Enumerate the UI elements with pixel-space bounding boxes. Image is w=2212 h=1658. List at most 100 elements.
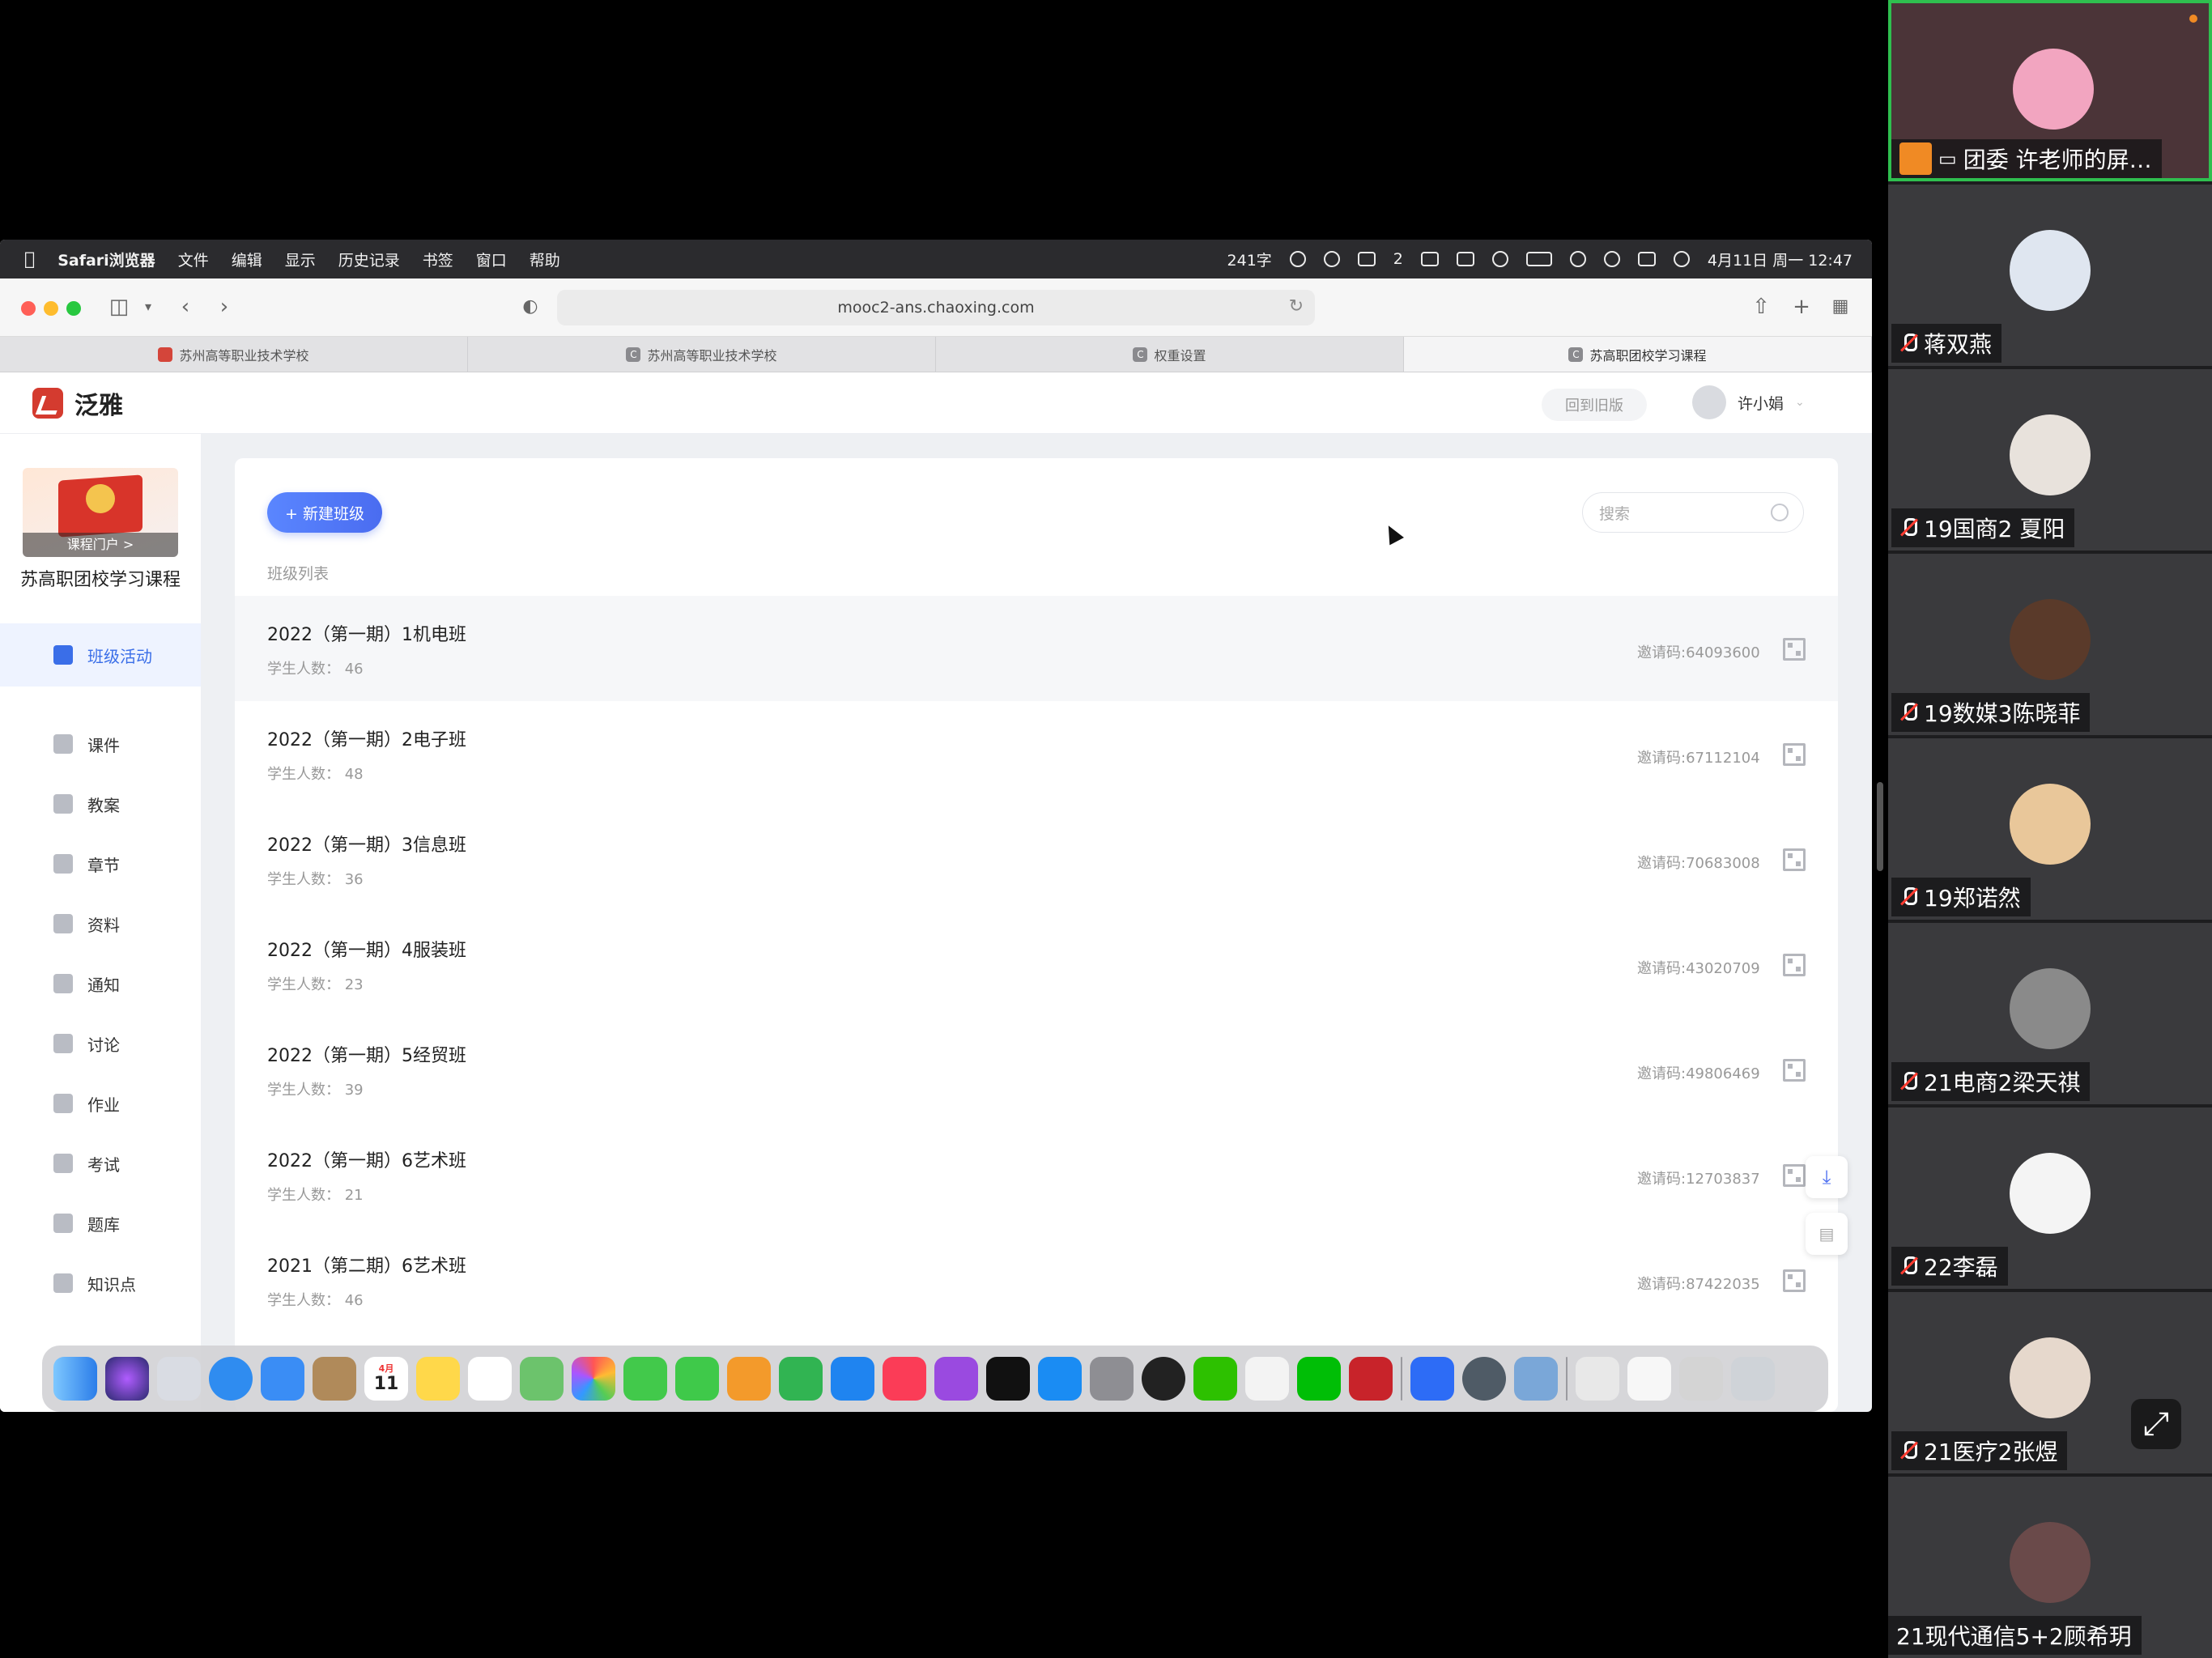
nav-lesson-plan[interactable]: 教案 <box>0 772 201 835</box>
nav-chapters[interactable]: 章节 <box>0 832 201 895</box>
podcasts-icon[interactable] <box>934 1357 978 1401</box>
meeting-status-icon[interactable] <box>1420 252 1439 266</box>
siri-menubar-icon[interactable] <box>1673 251 1690 267</box>
privacy-shield-icon[interactable]: ◐ <box>520 296 541 317</box>
trash-icon[interactable] <box>1731 1357 1775 1401</box>
wifi-icon[interactable] <box>1569 251 1586 267</box>
siri-icon[interactable] <box>105 1357 149 1401</box>
course-portal-link[interactable]: 课程门户 > <box>23 533 178 557</box>
nav-materials[interactable]: 资料 <box>0 892 201 955</box>
nav-question-bank[interactable]: 题库 <box>0 1192 201 1255</box>
nav-knowledge-points[interactable]: 知识点 <box>0 1252 201 1315</box>
address-bar[interactable]: mooc2-ans.chaoxing.com ↻ <box>557 290 1315 325</box>
new-class-button[interactable]: + 新建班级 <box>267 492 382 533</box>
search-input[interactable]: 搜索 <box>1582 492 1804 533</box>
participant-tile[interactable]: 21现代通信5+2顾希玥 <box>1888 1477 2212 1658</box>
folder-icon[interactable] <box>1576 1357 1619 1401</box>
chevron-down-icon[interactable]: ▾ <box>138 296 159 317</box>
notes-icon[interactable] <box>416 1357 460 1401</box>
reminders-icon[interactable] <box>468 1357 512 1401</box>
quicktime-icon[interactable] <box>1462 1357 1506 1401</box>
notification-count[interactable]: 2 <box>1393 250 1403 268</box>
qr-code-icon[interactable] <box>1783 638 1806 661</box>
nav-discussion[interactable]: 讨论 <box>0 1012 201 1075</box>
window-minimize-button[interactable] <box>44 301 58 316</box>
participant-tile[interactable]: 蒋双燕 <box>1888 185 2212 366</box>
fanya-logo[interactable]: 泛雅 <box>32 385 123 421</box>
sidebar-toggle-icon[interactable]: ◫ <box>108 296 130 317</box>
participant-tile[interactable]: 19郑诺然 <box>1888 738 2212 920</box>
share-icon[interactable]: ⇧ <box>1750 296 1772 317</box>
spotlight-search-icon[interactable] <box>1603 251 1620 267</box>
qr-code-icon[interactable] <box>1783 1059 1806 1082</box>
new-tab-icon[interactable]: + <box>1791 296 1812 317</box>
pages-icon[interactable] <box>727 1357 771 1401</box>
menu-app-name[interactable]: Safari浏览器 <box>57 249 155 270</box>
input-method-icon[interactable] <box>1357 252 1376 266</box>
class-row[interactable]: 2022（第一期）2电子班 学生人数： 48 邀请码:67112104 <box>235 701 1838 806</box>
qr-code-icon[interactable] <box>1783 1164 1806 1187</box>
launchpad-icon[interactable] <box>157 1357 201 1401</box>
menu-help[interactable]: 帮助 <box>530 249 560 270</box>
mail-icon[interactable] <box>261 1357 304 1401</box>
window-zoom-button[interactable] <box>66 301 81 316</box>
class-row[interactable]: 2022（第一期）5经贸班 学生人数： 39 邀请码:49806469 <box>235 1017 1838 1122</box>
expand-icon[interactable]: ⤢ <box>2131 1399 2181 1449</box>
nav-class-activity[interactable]: 班级活动 <box>0 623 201 687</box>
qr-code-icon[interactable] <box>1783 1269 1806 1292</box>
class-name[interactable]: 2022（第一期）5经贸班 <box>267 1041 466 1067</box>
emoji-icon[interactable] <box>1289 251 1306 267</box>
menu-history[interactable]: 历史记录 <box>338 249 400 270</box>
volume-icon[interactable] <box>1491 251 1508 267</box>
class-name[interactable]: 2022（第一期）4服装班 <box>267 936 466 962</box>
class-name[interactable]: 2022（第一期）2电子班 <box>267 725 466 751</box>
tab-overview-icon[interactable]: ▦ <box>1830 296 1851 317</box>
music-icon[interactable] <box>883 1357 926 1401</box>
calendar-icon[interactable]: 4月 11 <box>364 1357 408 1401</box>
qr-code-icon[interactable] <box>1783 848 1806 871</box>
class-name[interactable]: 2022（第一期）3信息班 <box>267 831 466 857</box>
nav-homework[interactable]: 作业 <box>0 1072 201 1135</box>
participant-tile[interactable]: 22李磊 <box>1888 1107 2212 1289</box>
qq-icon[interactable] <box>1142 1357 1185 1401</box>
menu-file[interactable]: 文件 <box>178 249 209 270</box>
class-name[interactable]: 2021（第二期）6艺术班 <box>267 1252 466 1278</box>
user-menu[interactable]: 许小娟 ⌄ <box>1692 385 1805 419</box>
tv-icon[interactable] <box>986 1357 1030 1401</box>
apple-icon[interactable]:  <box>24 249 35 270</box>
appstore-icon[interactable] <box>1038 1357 1082 1401</box>
class-name[interactable]: 2022（第一期）1机电班 <box>267 620 466 646</box>
search-icon[interactable] <box>1771 504 1789 521</box>
participant-tile[interactable]: 19国商2 夏阳 <box>1888 369 2212 551</box>
settings-icon[interactable] <box>1090 1357 1134 1401</box>
course-cover-image[interactable]: 课程门户 > <box>23 468 178 557</box>
class-row[interactable]: 2022（第一期）6艺术班 学生人数： 21 邀请码:12703837 <box>235 1122 1838 1227</box>
scrollbar[interactable] <box>1877 782 1883 871</box>
autocad-icon[interactable] <box>1349 1357 1393 1401</box>
class-row[interactable]: 2022（第一期）3信息班 学生人数： 36 邀请码:70683008 <box>235 806 1838 912</box>
s-app-icon[interactable] <box>1456 252 1474 266</box>
participant-tile[interactable]: 19数媒3陈晓菲 <box>1888 554 2212 735</box>
wechat-icon[interactable] <box>1193 1357 1237 1401</box>
tencent-meeting-icon[interactable] <box>1410 1357 1454 1401</box>
finder-icon[interactable] <box>53 1357 97 1401</box>
menu-window[interactable]: 窗口 <box>476 249 507 270</box>
class-row[interactable]: 2021（第二期）6艺术班 学生人数： 46 邀请码:87422035 <box>235 1227 1838 1333</box>
textedit-icon[interactable] <box>1245 1357 1289 1401</box>
qr-code-icon[interactable] <box>1783 743 1806 766</box>
qr-code-icon[interactable] <box>1783 954 1806 976</box>
participant-tile[interactable]: ▭ 团委 许老师的屏… <box>1888 0 2212 181</box>
safari-icon[interactable] <box>209 1357 253 1401</box>
preview-icon[interactable] <box>1514 1357 1558 1401</box>
download-icon[interactable]: ⤓ <box>1806 1156 1848 1198</box>
control-center-icon[interactable] <box>1637 252 1656 266</box>
contacts-icon[interactable] <box>313 1357 356 1401</box>
nav-notice[interactable]: 通知 <box>0 952 201 1015</box>
word-count-status[interactable]: 241字 <box>1227 249 1272 270</box>
feedback-icon[interactable]: ▤ <box>1806 1213 1848 1255</box>
reload-icon[interactable]: ↻ <box>1289 296 1304 317</box>
window-close-button[interactable] <box>21 301 36 316</box>
nav-courseware[interactable]: 课件 <box>0 712 201 776</box>
menu-edit[interactable]: 编辑 <box>232 249 262 270</box>
tab-school-1[interactable]: 苏州高等职业技术学校 <box>0 337 468 372</box>
